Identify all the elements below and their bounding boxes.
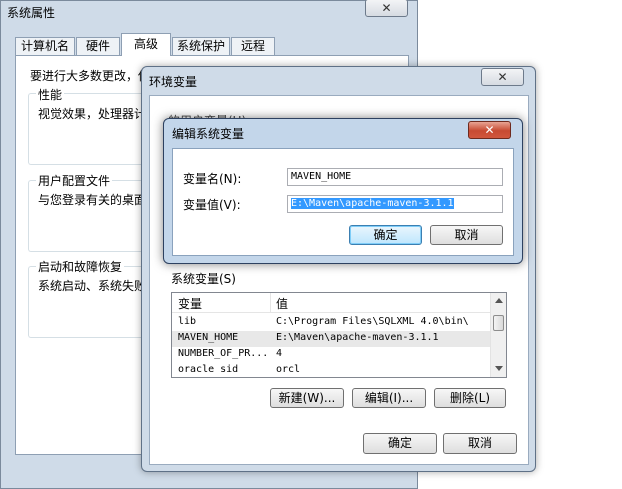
row-value: C:\Program Files\SQLXML 4.0\bin\	[276, 316, 469, 327]
system-variables-label: 系统变量(S)	[171, 272, 236, 286]
scroll-up-arrow-icon[interactable]	[495, 298, 503, 303]
edit-dialog-content: 变量名(N): MAVEN_HOME 变量值(V): E:\Maven\apac…	[172, 148, 514, 256]
system-properties-close-button[interactable]: ✕	[365, 0, 408, 17]
scroll-down-arrow-icon[interactable]	[495, 366, 503, 371]
row-value: E:\Maven\apache-maven-3.1.1	[276, 332, 439, 343]
environment-variables-title: 环境变量	[149, 75, 198, 89]
edit-cancel-button[interactable]: 取消	[430, 225, 503, 245]
variable-name-label: 变量名(N):	[183, 172, 242, 186]
variable-name-field[interactable]: MAVEN_HOME	[287, 168, 503, 186]
edit-dialog-title: 编辑系统变量	[172, 127, 245, 141]
tab-remote[interactable]: 远程	[231, 37, 275, 55]
performance-desc: 视觉效果，处理器计	[38, 107, 147, 121]
table-row[interactable]: oracle sid orcl	[172, 363, 490, 377]
column-header-variable[interactable]: 变量	[178, 295, 202, 312]
tab-system-protection[interactable]: 系统保护	[172, 37, 230, 55]
system-variables-list[interactable]: 变量 值 lib C:\Program Files\SQLXML 4.0\bin…	[171, 292, 507, 378]
edit-system-variable-dialog: 编辑系统变量 ✕ 变量名(N): MAVEN_HOME 变量值(V): E:\M…	[163, 118, 523, 264]
row-name: oracle sid	[178, 364, 239, 375]
performance-title: 性能	[36, 86, 65, 103]
row-value: 4	[276, 348, 283, 359]
cancel-button[interactable]: 取消	[443, 433, 517, 454]
delete-variable-button[interactable]: 删除(L)	[434, 388, 506, 408]
row-name: lib	[178, 316, 197, 327]
table-row[interactable]: lib C:\Program Files\SQLXML 4.0\bin\	[172, 315, 490, 331]
column-divider	[270, 293, 271, 313]
startup-desc: 系统启动、系统失败	[38, 279, 147, 293]
startup-title: 启动和故障恢复	[36, 258, 125, 275]
row-name: NUMBER_OF_PR...	[178, 348, 269, 359]
table-row-selected[interactable]: MAVEN_HOME E:\Maven\apache-maven-3.1.1	[172, 331, 490, 347]
ok-button[interactable]: 确定	[363, 433, 437, 454]
environment-variables-close-button[interactable]: ✕	[481, 68, 524, 86]
tab-hardware[interactable]: 硬件	[76, 37, 120, 55]
tab-advanced[interactable]: 高级	[121, 33, 171, 56]
edit-variable-button[interactable]: 编辑(I)...	[352, 388, 426, 408]
table-row[interactable]: NUMBER_OF_PR... 4	[172, 347, 490, 363]
list-scrollbar[interactable]	[490, 293, 506, 377]
tab-computer-name[interactable]: 计算机名	[15, 37, 75, 55]
row-value: orcl	[276, 364, 301, 375]
list-header: 变量 值	[172, 293, 490, 313]
edit-dialog-close-button[interactable]: ✕	[468, 121, 511, 139]
user-profile-desc: 与您登录有关的桌面	[38, 193, 147, 207]
variable-value-label: 变量值(V):	[183, 198, 241, 212]
variable-value-field[interactable]: E:\Maven\apache-maven-3.1.1	[287, 195, 503, 213]
admin-note: 要进行大多数更改，你	[30, 69, 151, 83]
performance-group	[28, 93, 148, 165]
user-profile-title: 用户配置文件	[36, 172, 113, 189]
edit-ok-button[interactable]: 确定	[349, 225, 422, 245]
new-variable-button[interactable]: 新建(W)...	[270, 388, 344, 408]
row-name: MAVEN_HOME	[178, 332, 239, 343]
system-properties-title: 系统属性	[7, 6, 56, 20]
column-header-value[interactable]: 值	[276, 295, 288, 312]
scroll-thumb[interactable]	[493, 315, 504, 331]
variable-value-selection: E:\Maven\apache-maven-3.1.1	[291, 198, 454, 209]
